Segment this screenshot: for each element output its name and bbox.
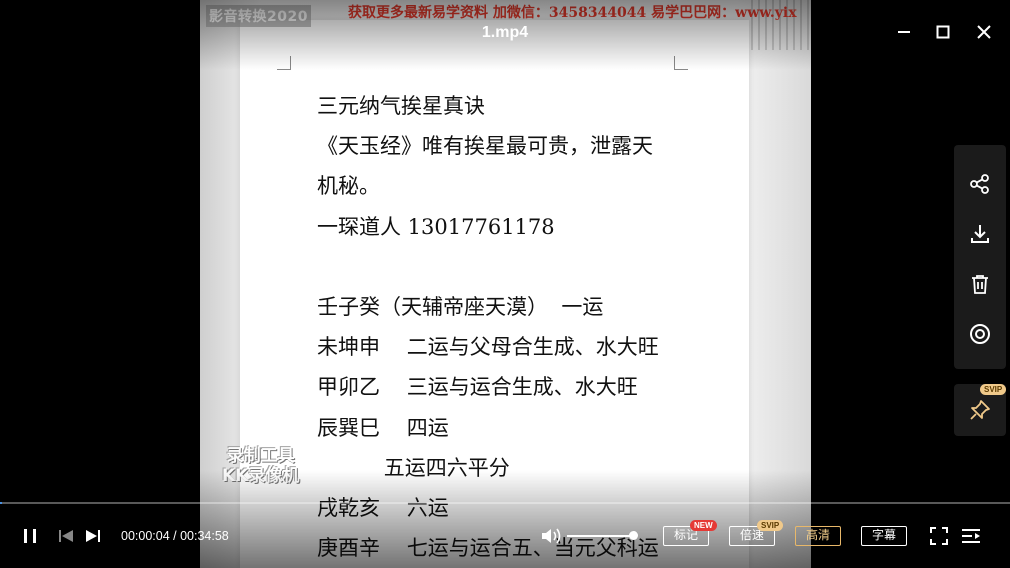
minimize-icon (898, 31, 910, 33)
close-button[interactable] (970, 18, 998, 46)
document-line: 辰巽巳 四运 (317, 415, 449, 440)
document-line: 壬子癸（天辅帝座天漠） 一运 (317, 294, 604, 319)
screenshot-button[interactable] (954, 309, 1006, 359)
trash-icon (972, 275, 988, 294)
subtitle-button[interactable]: 字幕 (861, 526, 907, 546)
playlist-button[interactable] (960, 525, 982, 547)
share-icon (970, 174, 989, 194)
crop-mark-left (277, 56, 291, 70)
watermark-contact: 获取更多最新易学资料 加微信：3458344044 易学巴巴网：www.yix (348, 5, 797, 21)
document-line: 机秘。 (317, 174, 380, 199)
volume-knob[interactable] (629, 531, 638, 540)
fullscreen-button[interactable] (928, 525, 950, 547)
fullscreen-icon (930, 527, 948, 545)
document-text: 三元纳气挨星真诀 《天玉经》唯有挨星最可贵，泄露天 机秘。 一琛道人 13017… (317, 86, 697, 568)
document-line: 甲卯乙 三运与运合生成、水大旺 (317, 375, 638, 400)
minimize-button[interactable] (890, 18, 918, 46)
volume-slider[interactable] (567, 531, 638, 540)
close-icon (977, 25, 991, 39)
document-line: 一琛道人 13017761178 (317, 214, 555, 239)
pin-icon (970, 400, 990, 420)
side-toolbar (954, 145, 1006, 369)
pause-button[interactable] (18, 524, 42, 548)
previous-icon (59, 530, 73, 542)
progress-fill (0, 502, 2, 504)
document-line: 《天玉经》唯有挨星最可贵，泄露天 (317, 134, 653, 159)
maximize-button[interactable] (929, 18, 957, 46)
pause-icon (24, 529, 36, 543)
time-display: 00:00:04 / 00:34:58 (121, 529, 229, 543)
svip-badge: SVIP (757, 520, 784, 531)
quality-button[interactable]: 高清 (795, 526, 841, 546)
video-frame[interactable]: 三元纳气挨星真诀 《天玉经》唯有挨星最可贵，泄露天 机秘。 一琛道人 13017… (200, 0, 811, 568)
document-line: 庚酉辛 七运与运合五、当元父科运 (317, 536, 659, 561)
document-line: 未坤申 二运与父母合生成、水大旺 (317, 335, 659, 360)
download-button[interactable] (954, 209, 1006, 259)
volume-button[interactable] (540, 526, 564, 546)
next-button[interactable] (83, 524, 103, 548)
download-icon (971, 225, 989, 243)
volume-fill (567, 535, 634, 537)
document-line: 戌乾亥 六运 (317, 495, 449, 520)
watermark-recorder-line2: KK录像机 (222, 466, 300, 486)
watermark-recorder-line1: 录制工具 (226, 446, 295, 466)
document-line: 三元纳气挨星真诀 (317, 94, 485, 118)
watermark-recorder: 录制工具 KK录像机 (222, 446, 299, 486)
svip-badge: SVIP (980, 384, 1007, 395)
previous-button[interactable] (56, 524, 76, 548)
screenshot-icon (970, 324, 990, 344)
new-badge: NEW (690, 520, 717, 531)
playlist-icon (962, 529, 980, 543)
document-line: 五运四六平分 (317, 455, 510, 480)
crop-mark-right (674, 56, 688, 70)
delete-button[interactable] (954, 259, 1006, 309)
share-button[interactable] (954, 159, 1006, 209)
progress-bar[interactable] (0, 502, 1010, 504)
volume-icon (542, 528, 561, 544)
maximize-icon (936, 25, 950, 39)
video-title: 1.mp4 (481, 24, 529, 41)
next-icon (86, 530, 100, 542)
